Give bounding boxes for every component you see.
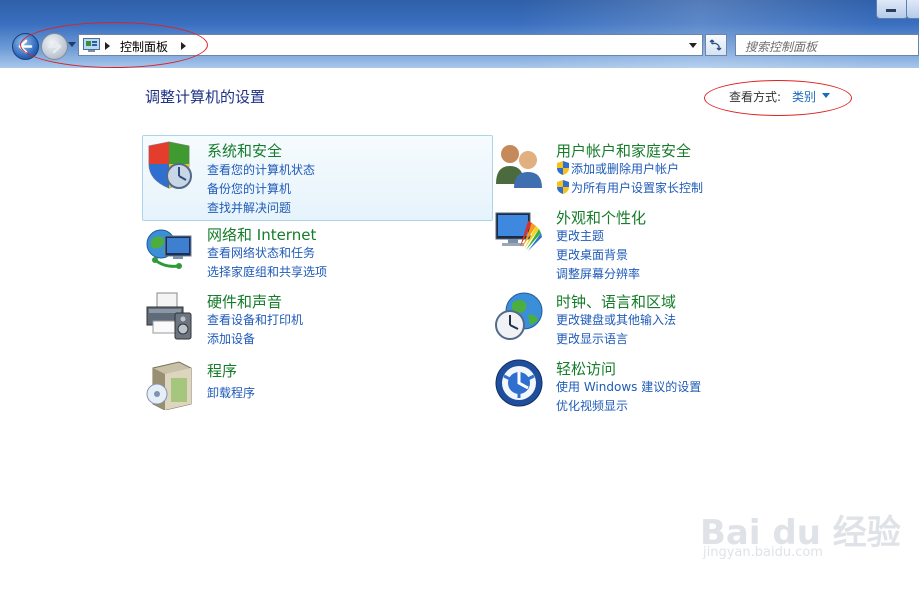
page-title: 调整计算机的设置 <box>145 88 266 106</box>
uac-shield-icon <box>557 180 569 194</box>
refresh-icon <box>709 39 722 51</box>
link-parental-controls[interactable]: 为所有用户设置家长控制 <box>571 179 703 196</box>
category-heading[interactable]: 时钟、语言和区域 <box>556 291 676 312</box>
link-devices-printers[interactable]: 查看设备和打印机 <box>207 311 303 328</box>
link-homegroup-sharing[interactable]: 选择家庭组和共享选项 <box>207 263 327 280</box>
address-dropdown-icon[interactable] <box>689 43 697 48</box>
link-uninstall-program[interactable]: 卸载程序 <box>207 384 255 401</box>
link-optimize-display[interactable]: 优化视频显示 <box>556 397 628 414</box>
link-backup-computer[interactable]: 备份您的计算机 <box>207 180 291 197</box>
category-heading[interactable]: 用户帐户和家庭安全 <box>556 140 691 161</box>
programs-box-icon <box>146 361 192 410</box>
link-add-device[interactable]: 添加设备 <box>207 330 255 347</box>
link-add-remove-accounts[interactable]: 添加或删除用户帐户 <box>571 160 679 177</box>
category-heading[interactable]: 外观和个性化 <box>556 207 646 228</box>
category-heading[interactable]: 网络和 Internet <box>207 224 316 245</box>
printer-icon <box>146 292 192 340</box>
minimize-button[interactable] <box>876 0 908 19</box>
link-troubleshoot[interactable]: 查找并解决问题 <box>207 199 291 216</box>
search-input[interactable]: 搜索控制面板 <box>735 34 919 56</box>
link-recommended-settings[interactable]: 使用 Windows 建议的设置 <box>556 378 701 395</box>
network-globe-icon <box>146 229 192 269</box>
link-view-computer-status[interactable]: 查看您的计算机状态 <box>207 161 315 178</box>
uac-shield-icon <box>557 161 569 175</box>
link-change-background[interactable]: 更改桌面背景 <box>556 246 628 263</box>
link-change-keyboard[interactable]: 更改键盘或其他输入法 <box>556 311 676 328</box>
monitor-palette-icon <box>495 212 542 251</box>
users-icon <box>496 145 542 188</box>
link-screen-resolution[interactable]: 调整屏幕分辨率 <box>556 265 640 282</box>
baidu-jingyan-watermark: Bai du 经验 jingyan.baidu.com <box>700 505 901 560</box>
link-change-theme[interactable]: 更改主题 <box>556 227 604 244</box>
annotation-circle-navigation <box>20 22 208 68</box>
clock-globe-icon <box>495 292 543 340</box>
link-change-display-language[interactable]: 更改显示语言 <box>556 330 628 347</box>
category-heading[interactable]: 硬件和声音 <box>207 291 282 312</box>
watermark-url: jingyan.baidu.com <box>703 545 823 560</box>
control-panel-content: 调整计算机的设置 查看方式: 类别 系统和安全 查看您的计算机状态 备份您的计算… <box>0 68 919 591</box>
annotation-circle-view-by <box>704 80 852 116</box>
category-heading[interactable]: 系统和安全 <box>207 140 282 161</box>
search-placeholder: 搜索控制面板 <box>745 40 818 54</box>
link-network-status[interactable]: 查看网络状态和任务 <box>207 244 315 261</box>
shield-security-icon <box>148 141 192 189</box>
ease-of-access-icon <box>495 359 543 407</box>
category-heading[interactable]: 程序 <box>207 360 237 381</box>
refresh-button[interactable] <box>705 34 727 56</box>
maximize-button[interactable] <box>906 0 919 19</box>
category-heading[interactable]: 轻松访问 <box>556 358 616 379</box>
